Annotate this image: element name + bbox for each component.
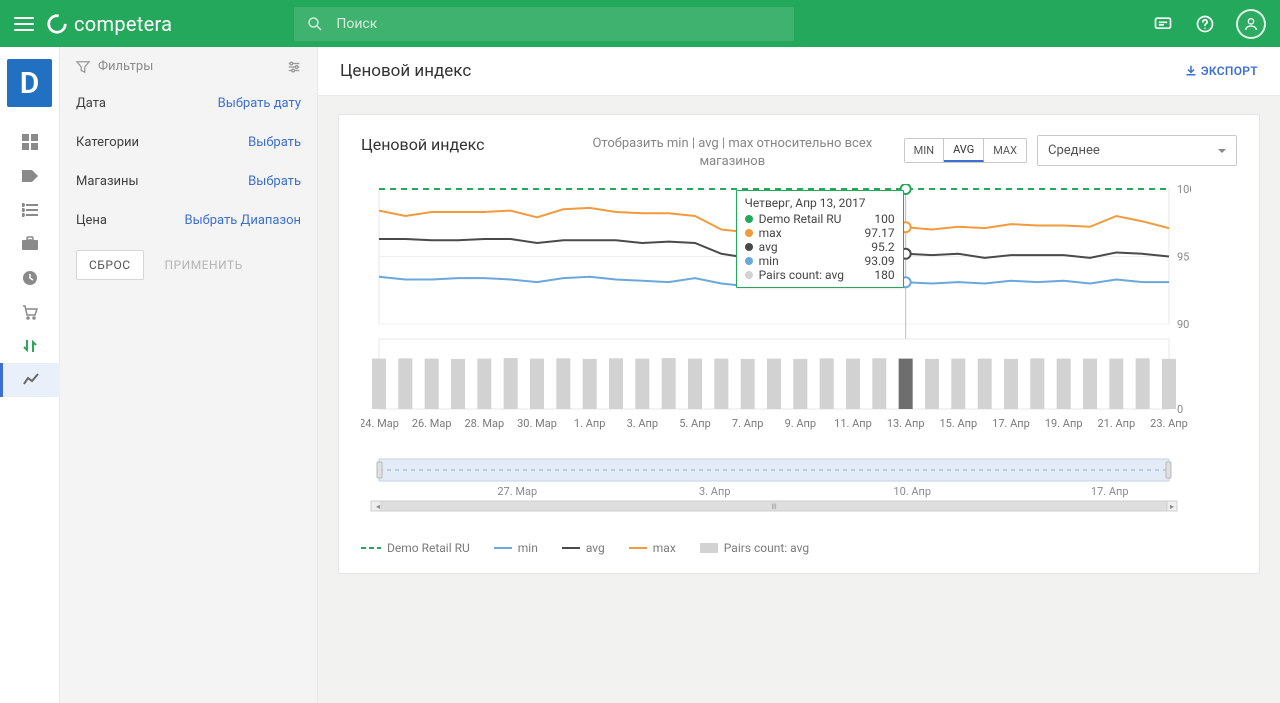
svg-text:5. Апр: 5. Апр — [679, 417, 711, 430]
svg-text:23. Апр: 23. Апр — [1150, 417, 1188, 430]
chart-area[interactable]: 9095100Ценовой индекс024. Мар26. Мар28. … — [361, 184, 1237, 519]
nav-transfer-icon[interactable] — [0, 329, 60, 363]
filter-link-2[interactable]: Выбрать — [248, 174, 301, 189]
svg-text:lll: lll — [771, 503, 776, 511]
svg-text:10. Апр: 10. Апр — [893, 485, 931, 498]
svg-text:11. Апр: 11. Апр — [834, 417, 872, 430]
svg-text:1. Апр: 1. Апр — [574, 417, 606, 430]
menu-button[interactable] — [14, 17, 34, 31]
filter-icon — [76, 60, 90, 74]
nav-dashboard-icon[interactable] — [0, 125, 60, 159]
topbar: competera — [0, 0, 1280, 47]
svg-text:24. Мар: 24. Мар — [361, 417, 399, 430]
svg-text:13. Апр: 13. Апр — [887, 417, 925, 430]
nav-rail: D — [0, 47, 60, 703]
export-button[interactable]: ЭКСПОРТ — [1185, 64, 1258, 78]
nav-history-icon[interactable] — [0, 261, 60, 295]
svg-text:7. Апр: 7. Апр — [732, 417, 764, 430]
svg-text:17. Апр: 17. Апр — [992, 417, 1030, 430]
svg-text:▸: ▸ — [1170, 502, 1174, 511]
legend-item[interactable]: min — [494, 541, 538, 555]
card-caption: Отобразить min | avg | max относительно … — [575, 135, 890, 170]
filter-label: Категории — [76, 135, 139, 150]
svg-text:17. Апр: 17. Апр — [1091, 485, 1129, 498]
export-icon — [1185, 65, 1197, 77]
filter-link-3[interactable]: Выбрать Диапазон — [184, 213, 301, 228]
svg-text:3. Апр: 3. Апр — [627, 417, 659, 430]
svg-text:90: 90 — [1177, 318, 1189, 331]
export-label: ЭКСПОРТ — [1201, 64, 1258, 78]
workspace-badge[interactable]: D — [7, 59, 52, 107]
logo-icon — [46, 13, 68, 35]
legend-item[interactable]: Demo Retail RU — [361, 541, 470, 555]
svg-text:15. Апр: 15. Апр — [939, 417, 977, 430]
aggregation-select[interactable]: Среднее — [1037, 135, 1237, 166]
filter-settings-icon[interactable] — [287, 60, 301, 74]
toggle-max[interactable]: MAX — [984, 139, 1026, 162]
nav-briefcase-icon[interactable] — [0, 227, 60, 261]
legend-item[interactable]: Pairs count: avg — [700, 541, 809, 555]
reset-button[interactable]: СБРОС — [76, 250, 144, 280]
aggregation-value: Среднее — [1048, 143, 1100, 158]
svg-text:27. Мар: 27. Мар — [497, 485, 537, 498]
svg-text:◂: ◂ — [376, 502, 380, 511]
svg-text:95: 95 — [1177, 251, 1189, 264]
search-field[interactable] — [294, 7, 794, 41]
filter-label: Цена — [76, 213, 107, 228]
svg-text:21. Апр: 21. Апр — [1097, 417, 1135, 430]
card-title: Ценовой индекс — [361, 135, 561, 154]
filter-label: Дата — [76, 96, 106, 111]
filter-link-0[interactable]: Выбрать дату — [218, 96, 301, 111]
user-avatar[interactable] — [1236, 9, 1266, 39]
svg-text:9. Апр: 9. Апр — [785, 417, 817, 430]
nav-tags-icon[interactable] — [0, 159, 60, 193]
toggle-avg[interactable]: AVG — [944, 139, 984, 162]
search-icon — [306, 15, 324, 33]
app-logo: competera — [46, 12, 172, 36]
tooltip-date: Четверг, Апр 13, 2017 — [745, 196, 895, 210]
stat-toggle: MIN AVG MAX — [904, 138, 1027, 163]
apply-button: ПРИМЕНИТЬ — [152, 250, 256, 280]
chart-legend: Demo Retail RU min avg max Pairs count: avg — [361, 541, 1237, 555]
legend-item[interactable]: avg — [562, 541, 605, 555]
feedback-icon[interactable] — [1152, 13, 1174, 35]
nav-analytics-icon[interactable] — [0, 363, 60, 397]
price-index-card: Ценовой индекс Отобразить min | avg | ma… — [338, 114, 1260, 574]
logo-text: competera — [74, 12, 172, 36]
nav-list-icon[interactable] — [0, 193, 60, 227]
filter-label: Магазины — [76, 174, 139, 189]
legend-item[interactable]: max — [629, 541, 676, 555]
filter-link-1[interactable]: Выбрать — [248, 135, 301, 150]
svg-text:28. Мар: 28. Мар — [464, 417, 504, 430]
svg-text:26. Мар: 26. Мар — [412, 417, 452, 430]
filter-panel-title: Фильтры — [98, 59, 279, 74]
svg-text:0: 0 — [1177, 403, 1183, 416]
svg-text:3. Апр: 3. Апр — [699, 485, 731, 498]
toggle-min[interactable]: MIN — [905, 139, 944, 162]
help-icon[interactable] — [1194, 13, 1216, 35]
filter-panel: Фильтры Дата Выбрать дату Категории Выбрать… — [60, 47, 318, 703]
chart-tooltip: Четверг, Апр 13, 2017 Demo Retail RU100m… — [736, 190, 904, 288]
svg-text:19. Апр: 19. Апр — [1045, 417, 1083, 430]
nav-cart-icon[interactable] — [0, 295, 60, 329]
search-input[interactable] — [334, 15, 782, 33]
svg-text:30. Мар: 30. Мар — [517, 417, 557, 430]
page-title: Ценовой индекс — [340, 61, 471, 81]
svg-text:100: 100 — [1177, 184, 1191, 196]
